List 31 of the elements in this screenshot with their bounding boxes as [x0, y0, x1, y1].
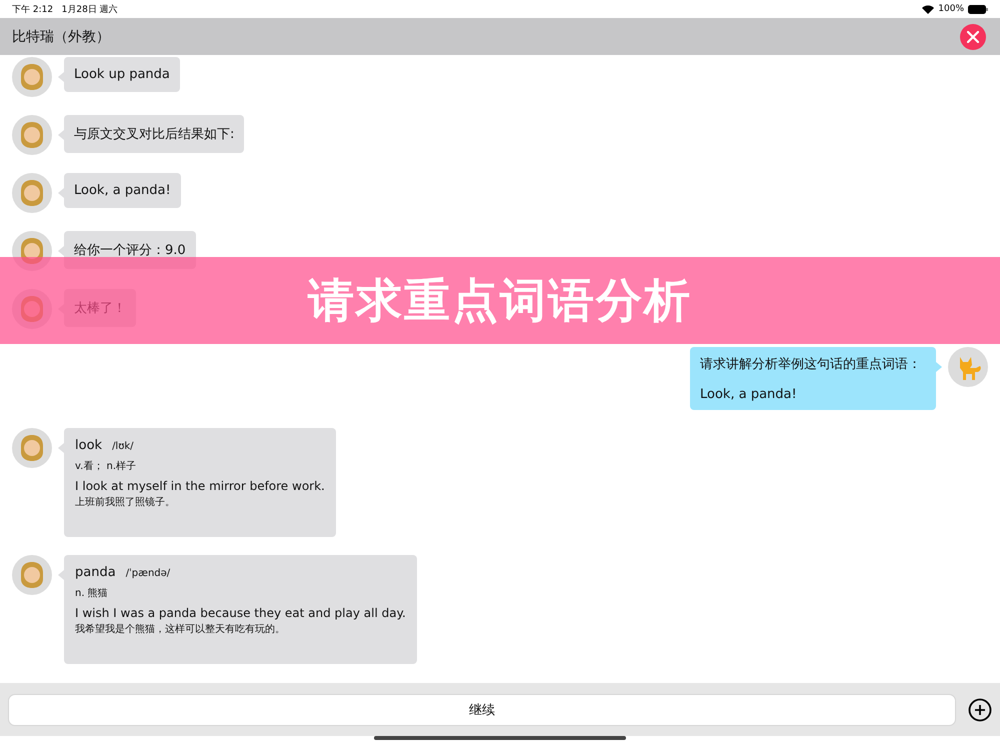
cat-avatar-icon — [948, 347, 988, 387]
status-time: 下午 2:12 1月28日 週六 — [12, 4, 118, 16]
word: look — [75, 438, 102, 453]
wifi-icon — [922, 4, 934, 14]
example-sentence: I wish I was a panda because they eat and play all day. — [75, 606, 406, 620]
avatar-icon — [12, 173, 52, 213]
word-meaning: v.看； n.样子 — [75, 460, 138, 473]
phonetic: /ˈpændə/ — [126, 568, 170, 579]
input-field[interactable]: 继续 — [8, 694, 956, 726]
avatar-icon — [12, 115, 52, 155]
message-bubble: 与原文交叉对比后结果如下: — [64, 115, 244, 153]
close-button[interactable] — [960, 24, 986, 50]
close-icon — [967, 30, 979, 42]
message-bubble: Look up panda — [64, 57, 180, 92]
message-line: Look, a panda! — [700, 387, 798, 402]
avatar-icon — [12, 57, 52, 97]
avatar-icon — [12, 428, 52, 468]
plus-icon[interactable] — [968, 698, 992, 722]
battery-icon — [968, 4, 988, 14]
message-line: 请求讲解分析举例这句话的重点词语： — [700, 356, 922, 373]
example-translation: 上班前我照了照镜子。 — [75, 496, 176, 509]
example-translation: 我希望我是个熊猫，这样可以整天有吃有玩的。 — [75, 622, 286, 636]
avatar-icon — [12, 555, 52, 595]
word-meaning: n. 熊猫 — [75, 587, 109, 600]
battery-percent: 100% — [938, 4, 964, 14]
example-sentence: I look at myself in the mirror before work. — [75, 479, 325, 493]
phonetic: /lʊk/ — [112, 441, 134, 452]
word: panda — [75, 565, 116, 580]
banner-text: 请求重点词语分析 — [308, 272, 692, 328]
chat-title: 比特瑞（外教） — [12, 28, 110, 46]
message-bubble: Look, a panda! — [64, 173, 181, 208]
